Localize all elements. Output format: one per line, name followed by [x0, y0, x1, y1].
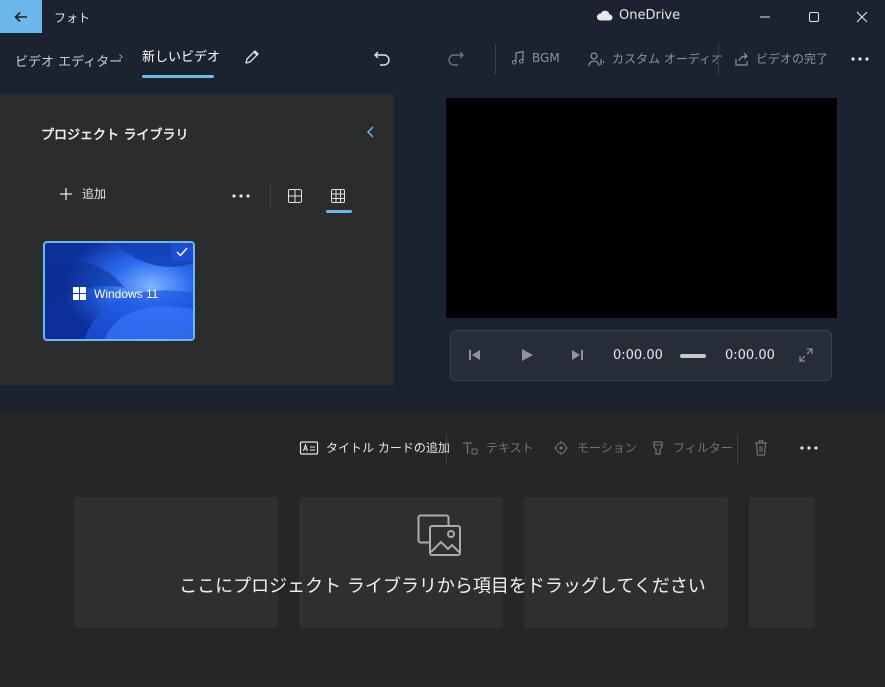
storyboard-more-button[interactable]	[799, 440, 819, 460]
media-placeholder-icon	[417, 514, 463, 562]
library-more-button[interactable]	[231, 188, 251, 208]
add-media-label: 追加	[82, 187, 107, 201]
play-button[interactable]	[519, 347, 535, 367]
back-button[interactable]	[0, 0, 42, 33]
delete-button[interactable]	[753, 439, 769, 461]
text-button[interactable]: テキスト	[461, 439, 534, 456]
drop-instruction: ここにプロジェクト ライブラリから項目をドラッグしてください	[179, 576, 706, 597]
text-icon	[463, 441, 478, 454]
undo-icon	[374, 51, 390, 66]
filter-label: フィルター	[673, 441, 733, 455]
chevron-right-icon: ›	[118, 49, 124, 65]
finish-video-label: ビデオの完了	[756, 52, 829, 66]
storyboard-slot[interactable]	[299, 497, 503, 628]
share-export-icon	[735, 52, 748, 66]
more-icon	[851, 57, 869, 61]
previous-frame-button[interactable]	[466, 347, 482, 367]
trash-icon	[755, 440, 767, 456]
more-icon	[800, 446, 818, 450]
step-back-icon	[469, 350, 480, 360]
motion-button[interactable]: モーション	[552, 439, 637, 456]
music-note-icon	[511, 50, 524, 65]
minimize-icon	[760, 16, 770, 17]
step-forward-icon	[572, 350, 583, 360]
breadcrumb-video-editor[interactable]: ビデオ エディター	[15, 51, 122, 70]
library-item-thumbnail[interactable]: Windows 11	[43, 241, 195, 341]
grid-3x3-icon	[331, 189, 345, 203]
grid-2x2-icon	[288, 189, 302, 203]
current-time: 0:00.00	[613, 348, 663, 363]
motion-target-icon	[554, 440, 568, 455]
person-audio-icon	[588, 51, 605, 66]
cloud-icon	[596, 10, 613, 21]
custom-audio-label: カスタム オーディオ	[612, 52, 723, 66]
undo-button[interactable]	[372, 49, 392, 71]
filter-icon	[653, 440, 663, 455]
arrow-left-icon	[14, 11, 27, 22]
toolbar-divider	[718, 44, 719, 74]
motion-label: モーション	[577, 441, 637, 455]
thumbnail-caption: Windows 11	[94, 287, 159, 301]
onedrive-button[interactable]: OneDrive	[596, 8, 680, 23]
close-button[interactable]	[838, 0, 885, 33]
storyboard-slot[interactable]	[749, 497, 815, 628]
add-title-card-button[interactable]: タイトル カードの追加	[299, 439, 450, 456]
pencil-icon	[245, 50, 259, 64]
onedrive-label: OneDrive	[619, 8, 681, 23]
app-title: フォト	[54, 11, 91, 25]
redo-button[interactable]	[446, 49, 466, 71]
maximize-icon	[809, 11, 819, 22]
custom-audio-button[interactable]: カスタム オーディオ	[588, 50, 723, 67]
play-icon	[522, 349, 533, 361]
add-media-button[interactable]: 追加	[58, 185, 106, 202]
bgm-label: BGM	[532, 51, 560, 65]
toolbar-divider	[495, 44, 496, 74]
storyboard-slot[interactable]	[74, 497, 278, 628]
title-card-icon	[299, 440, 319, 455]
total-time: 0:00.00	[725, 348, 775, 363]
project-title-underline	[142, 75, 214, 78]
project-title[interactable]: 新しいビデオ	[142, 46, 220, 65]
close-icon	[856, 11, 868, 22]
minimize-button[interactable]	[741, 0, 789, 33]
chevron-left-icon	[366, 126, 374, 138]
next-frame-button[interactable]	[570, 347, 586, 367]
large-thumbnail-view-button[interactable]	[287, 188, 303, 208]
more-icon	[232, 194, 250, 198]
more-options-button[interactable]	[850, 51, 870, 71]
storyboard-divider	[446, 434, 447, 464]
library-toolbar-divider	[270, 182, 271, 210]
selected-checkbox[interactable]	[171, 243, 193, 261]
fullscreen-button[interactable]	[798, 347, 814, 367]
checkmark-icon	[176, 247, 188, 257]
seek-slider[interactable]	[680, 354, 706, 358]
rename-button[interactable]	[243, 48, 261, 70]
finish-video-button[interactable]: ビデオの完了	[734, 50, 828, 67]
maximize-button[interactable]	[790, 0, 838, 33]
redo-icon	[448, 51, 464, 66]
project-library-title: プロジェクト ライブラリ	[41, 128, 189, 143]
expand-icon	[799, 348, 813, 362]
view-selected-indicator	[326, 210, 352, 213]
video-preview[interactable]	[446, 98, 837, 318]
add-title-card-label: タイトル カードの追加	[326, 441, 450, 455]
bgm-button[interactable]: BGM	[510, 50, 560, 66]
plus-icon	[60, 187, 72, 200]
collapse-library-button[interactable]	[364, 124, 378, 143]
storyboard-slot[interactable]	[524, 497, 728, 628]
small-thumbnail-view-button[interactable]	[330, 188, 346, 208]
text-label: テキスト	[486, 441, 534, 455]
filter-button[interactable]: フィルター	[650, 439, 733, 456]
storyboard-divider	[737, 434, 738, 464]
